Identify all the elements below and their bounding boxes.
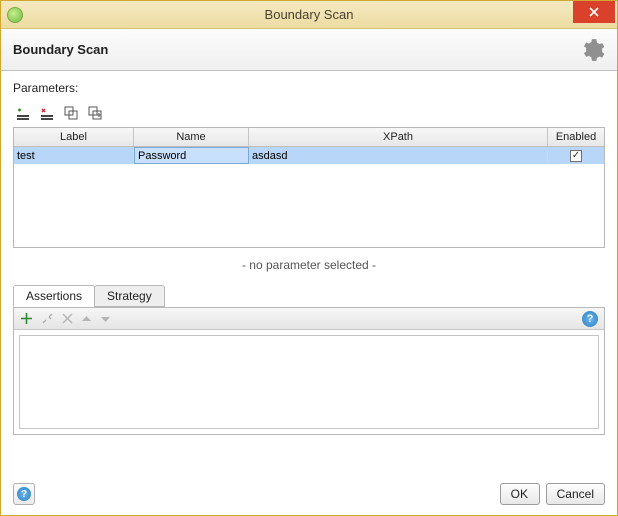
parameters-label: Parameters: bbox=[13, 81, 605, 95]
table-row[interactable]: test Password asdasd ✓ bbox=[14, 147, 604, 164]
assertions-help-button[interactable]: ? bbox=[582, 311, 598, 327]
app-icon bbox=[7, 7, 23, 23]
column-header-name[interactable]: Name bbox=[134, 128, 249, 146]
cell-xpath[interactable]: asdasd bbox=[249, 147, 548, 164]
enabled-checkbox[interactable]: ✓ bbox=[570, 150, 582, 162]
table-header: Label Name XPath Enabled bbox=[14, 128, 604, 147]
add-parameter-button[interactable] bbox=[15, 105, 31, 121]
parameters-toolbar bbox=[13, 101, 605, 127]
settings-button[interactable] bbox=[579, 37, 605, 63]
footer: ? OK Cancel bbox=[1, 475, 617, 515]
cell-name[interactable]: Password bbox=[134, 147, 249, 164]
assertions-list[interactable] bbox=[19, 335, 599, 429]
window-title: Boundary Scan bbox=[1, 7, 617, 22]
assertions-panel: ? bbox=[13, 307, 605, 435]
parameters-table: Label Name XPath Enabled test Password a… bbox=[13, 127, 605, 248]
remove-assertion-button[interactable] bbox=[62, 313, 73, 324]
gear-icon bbox=[579, 37, 605, 63]
column-header-xpath[interactable]: XPath bbox=[249, 128, 548, 146]
assertions-toolbar: ? bbox=[14, 308, 604, 330]
cancel-button[interactable]: Cancel bbox=[546, 483, 605, 505]
help-icon: ? bbox=[17, 487, 31, 501]
add-assertion-button[interactable] bbox=[20, 312, 33, 325]
column-header-enabled[interactable]: Enabled bbox=[548, 128, 604, 146]
tab-strategy[interactable]: Strategy bbox=[94, 285, 165, 307]
move-up-button[interactable] bbox=[81, 315, 92, 323]
dialog-window: Boundary Scan Boundary Scan Parameters: bbox=[0, 0, 618, 516]
close-icon bbox=[589, 7, 599, 17]
clone-parameter-button[interactable] bbox=[87, 105, 103, 121]
configure-assertion-button[interactable] bbox=[41, 312, 54, 325]
header: Boundary Scan bbox=[1, 29, 617, 71]
titlebar[interactable]: Boundary Scan bbox=[1, 1, 617, 29]
cell-enabled[interactable]: ✓ bbox=[548, 147, 604, 164]
remove-parameter-button[interactable] bbox=[39, 105, 55, 121]
close-button[interactable] bbox=[573, 1, 615, 23]
cell-label[interactable]: test bbox=[14, 147, 134, 164]
ok-button[interactable]: OK bbox=[500, 483, 540, 505]
table-body: test Password asdasd ✓ bbox=[14, 147, 604, 247]
header-title: Boundary Scan bbox=[13, 42, 108, 57]
copy-parameter-button[interactable] bbox=[63, 105, 79, 121]
tab-assertions[interactable]: Assertions bbox=[13, 285, 95, 307]
tabs: Assertions Strategy bbox=[13, 285, 605, 308]
help-button[interactable]: ? bbox=[13, 483, 35, 505]
no-parameter-label: - no parameter selected - bbox=[13, 248, 605, 284]
move-down-button[interactable] bbox=[100, 315, 111, 323]
column-header-label[interactable]: Label bbox=[14, 128, 134, 146]
